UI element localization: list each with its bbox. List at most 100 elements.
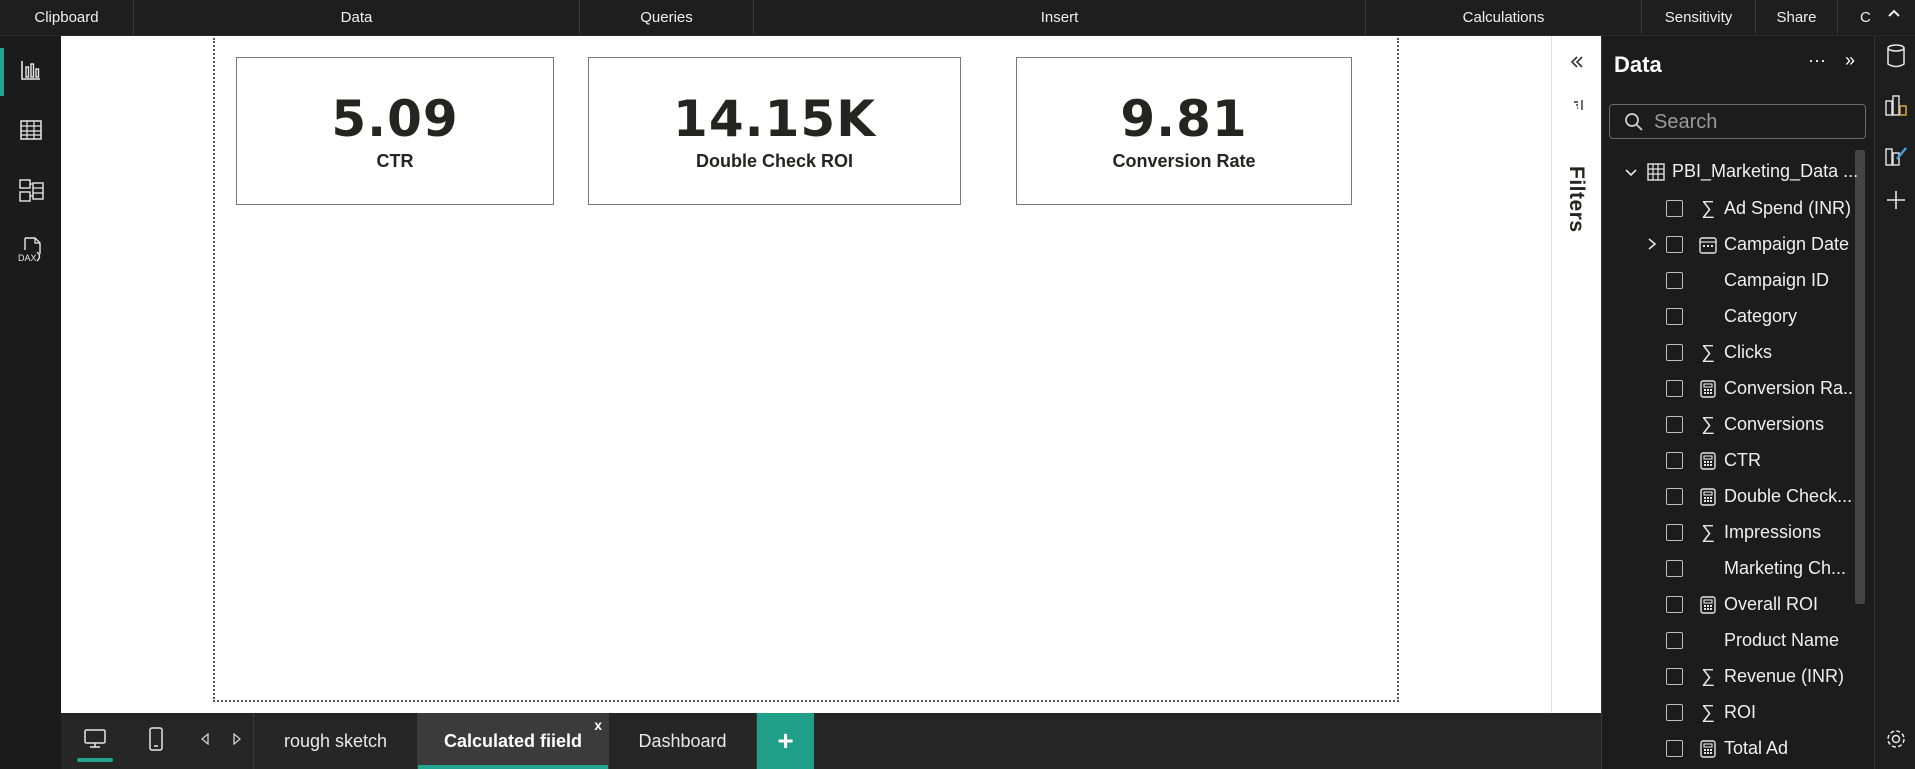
field-checkbox[interactable] xyxy=(1666,344,1683,361)
card-label: Conversion Rate xyxy=(1112,150,1256,171)
field-checkbox[interactable] xyxy=(1666,308,1683,325)
field-row[interactable]: Product Name xyxy=(1602,623,1852,659)
card-conversion-rate[interactable]: 9.81 Conversion Rate xyxy=(1016,57,1352,205)
next-page-button[interactable] xyxy=(227,721,247,761)
card-label: CTR xyxy=(376,150,414,171)
add-pane-button[interactable] xyxy=(1875,180,1915,224)
chevron-down-icon[interactable] xyxy=(1624,166,1638,185)
prev-page-button[interactable] xyxy=(195,721,215,761)
expand-pane-icon[interactable]: » xyxy=(1845,50,1855,71)
field-checkbox[interactable] xyxy=(1666,560,1683,577)
field-row[interactable]: Double Check... xyxy=(1602,479,1852,515)
search-box[interactable] xyxy=(1609,104,1866,139)
data-cylinder-icon xyxy=(1885,43,1907,74)
field-row[interactable]: ∑ ROI xyxy=(1602,695,1852,731)
ribbon-insert[interactable]: Insert xyxy=(754,0,1366,34)
tab-label: Calculated fiield xyxy=(443,730,583,751)
report-view-button[interactable] xyxy=(0,44,61,100)
calculator-icon xyxy=(1698,595,1718,615)
field-checkbox[interactable] xyxy=(1666,416,1683,433)
calculator-icon xyxy=(1698,739,1718,759)
svg-text:DAX: DAX xyxy=(18,253,37,263)
field-row[interactable]: Total Ad xyxy=(1602,731,1852,767)
field-row[interactable]: Category xyxy=(1602,299,1852,335)
card-value: 5.09 xyxy=(331,89,459,148)
field-checkbox[interactable] xyxy=(1666,272,1683,289)
field-name: Ad Spend (INR) xyxy=(1724,198,1852,218)
field-name: Clicks xyxy=(1724,342,1772,362)
desktop-layout-button[interactable] xyxy=(75,721,115,761)
ribbon-calculations[interactable]: Calculations xyxy=(1366,0,1642,34)
filters-label[interactable]: Filters xyxy=(1564,166,1588,233)
field-row[interactable]: ∑ Revenue (INR) xyxy=(1602,659,1852,695)
card-ctr[interactable]: 5.09 CTR xyxy=(236,57,554,205)
ribbon-queries[interactable]: Queries xyxy=(580,0,754,34)
table-node[interactable]: PBI_Marketing_Data ... xyxy=(1602,155,1858,189)
field-checkbox[interactable] xyxy=(1666,668,1683,685)
field-checkbox[interactable] xyxy=(1666,704,1683,721)
field-checkbox[interactable] xyxy=(1666,452,1683,469)
search-input[interactable] xyxy=(1654,109,1854,135)
table-view-button[interactable] xyxy=(0,104,61,160)
ribbon-clipboard[interactable]: Clipboard xyxy=(0,0,134,34)
field-row[interactable]: Campaign ID xyxy=(1602,263,1852,299)
data-pane: Data ··· » PBI_Marketing_Data ... ∑ Ad Sp… xyxy=(1601,36,1874,769)
format-visual-button[interactable] xyxy=(1875,136,1915,180)
tab-calculated-field[interactable]: Calculated fiield x xyxy=(418,713,609,769)
field-row[interactable]: ∑ Conversions xyxy=(1602,407,1852,443)
dax-icon: DAX xyxy=(17,236,45,269)
ribbon-overflow[interactable]: C xyxy=(1838,0,1878,34)
card-double-check-roi[interactable]: 14.15K Double Check ROI xyxy=(588,57,961,205)
field-name: Category xyxy=(1724,306,1798,326)
scrollbar[interactable] xyxy=(1855,150,1865,604)
field-row[interactable]: ∑ Impressions xyxy=(1602,515,1852,551)
field-checkbox[interactable] xyxy=(1666,380,1683,397)
format-brush-icon xyxy=(1883,143,1909,174)
ribbon-share[interactable]: Share xyxy=(1756,0,1838,34)
tab-label: rough sketch xyxy=(283,730,388,751)
field-checkbox[interactable] xyxy=(1666,632,1683,649)
field-checkbox[interactable] xyxy=(1666,236,1683,253)
more-options-icon[interactable]: ··· xyxy=(1808,50,1826,71)
field-name: Impressions xyxy=(1724,522,1822,542)
field-row[interactable]: Conversion Ra... xyxy=(1602,371,1854,407)
report-canvas[interactable]: 5.09 CTR 14.15K Double Check ROI 9.81 Co… xyxy=(61,36,1551,713)
sigma-icon: ∑ xyxy=(1701,666,1715,687)
field-row[interactable]: Overall ROI xyxy=(1602,587,1852,623)
model-view-button[interactable] xyxy=(0,164,61,220)
field-row[interactable]: ∑ Clicks xyxy=(1602,335,1852,371)
field-row[interactable]: CTR xyxy=(1602,443,1852,479)
mobile-layout-button[interactable] xyxy=(141,721,171,761)
add-page-button[interactable]: + xyxy=(757,713,814,769)
sigma-icon: ∑ xyxy=(1701,702,1715,723)
sigma-icon: ∑ xyxy=(1701,414,1715,435)
ribbon-data[interactable]: Data xyxy=(134,0,580,34)
calculator-icon xyxy=(1698,487,1718,507)
data-pane-button[interactable] xyxy=(1875,36,1915,80)
field-row[interactable]: Marketing Ch... xyxy=(1602,551,1852,587)
filters-pane[interactable]: Filters xyxy=(1551,36,1601,713)
desktop-layout-icon xyxy=(83,728,107,755)
field-checkbox[interactable] xyxy=(1666,200,1683,217)
tab-dashboard[interactable]: Dashboard xyxy=(609,713,757,769)
field-checkbox[interactable] xyxy=(1666,488,1683,505)
field-row[interactable]: ∑ Ad Spend (INR) xyxy=(1602,191,1852,227)
field-checkbox[interactable] xyxy=(1666,740,1683,757)
settings-button[interactable] xyxy=(1875,719,1915,763)
calculator-icon xyxy=(1698,379,1718,399)
double-chevron-left-icon[interactable] xyxy=(1569,54,1585,75)
field-checkbox[interactable] xyxy=(1666,524,1683,541)
field-name: Campaign Date xyxy=(1724,234,1850,254)
card-value: 9.81 xyxy=(1120,89,1248,148)
close-tab-icon[interactable]: x xyxy=(594,717,602,733)
ribbon-sensitivity[interactable]: Sensitivity xyxy=(1642,0,1756,34)
tab-rough-sketch[interactable]: rough sketch xyxy=(253,713,418,769)
field-checkbox[interactable] xyxy=(1666,596,1683,613)
chevron-right-icon[interactable] xyxy=(1646,237,1658,256)
build-visual-button[interactable] xyxy=(1875,86,1915,130)
table-name: PBI_Marketing_Data ... xyxy=(1672,161,1859,181)
field-row[interactable]: Campaign Date xyxy=(1602,227,1852,263)
field-name: Overall ROI xyxy=(1724,594,1819,614)
dax-query-view-button[interactable]: DAX xyxy=(0,224,61,280)
chevron-up-icon[interactable] xyxy=(1883,6,1905,28)
